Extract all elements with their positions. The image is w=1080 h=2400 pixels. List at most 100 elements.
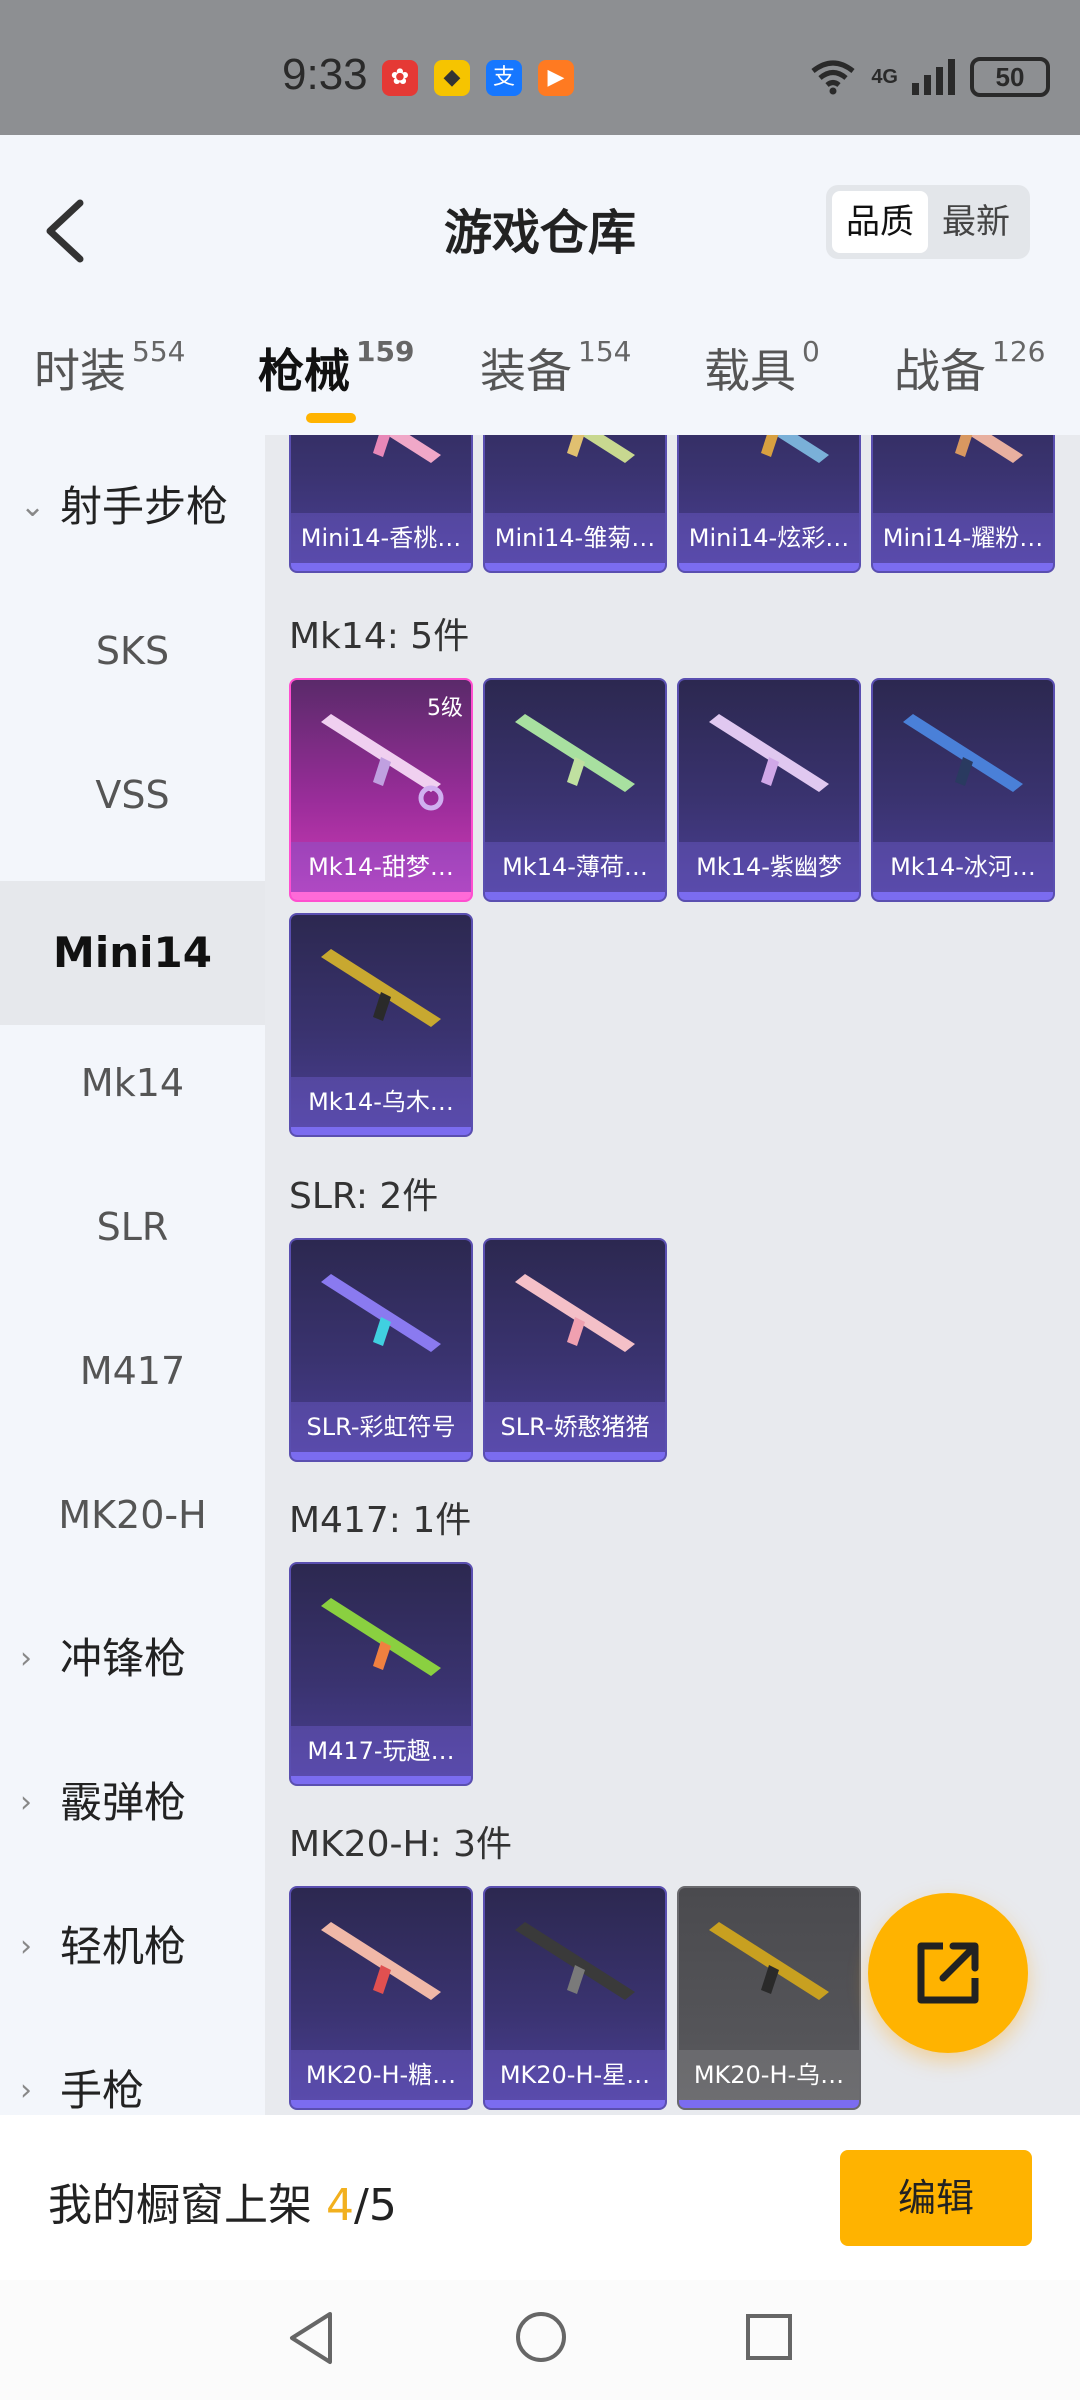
sort-toggle: 品质 最新 — [826, 185, 1030, 259]
rifle-icon — [709, 714, 829, 792]
item-name: Mini14-雏菊… — [485, 513, 665, 563]
tab-outfits[interactable]: 时装 554 — [34, 335, 185, 401]
item-card[interactable]: MK20-H-乌… — [677, 1886, 861, 2110]
rifle-icon — [321, 714, 444, 811]
nav-back-icon[interactable] — [286, 2310, 336, 2366]
rifle-icon — [321, 1598, 441, 1676]
item-card[interactable]: Mini14-雏菊… — [483, 435, 667, 573]
sidebar-item-sks[interactable]: SKS — [0, 579, 265, 723]
rifle-icon — [321, 949, 441, 1027]
tab-vehicles[interactable]: 载具 0 — [704, 335, 820, 401]
tab-equipment[interactable]: 装备 154 — [480, 335, 631, 401]
active-tab-indicator — [306, 413, 356, 423]
item-name: Mk14-紫幽梦 — [679, 842, 859, 892]
sidebar-item-mk14[interactable]: Mk14 — [0, 1011, 265, 1155]
rifle-icon — [761, 435, 829, 463]
chevron-right-icon: › — [20, 1929, 32, 1964]
sidebar-group-label: 冲锋枪 — [60, 1634, 187, 1683]
item-card[interactable]: MK20-H-星… — [483, 1886, 667, 2110]
sidebar-group-pistol[interactable]: › 手枪 — [0, 2019, 265, 2115]
tab-label: 装备 — [480, 344, 572, 398]
section-title-mk20h: MK20-H: 3件 — [289, 1824, 513, 1865]
tab-count: 154 — [578, 335, 632, 368]
sidebar-item-mk20h[interactable]: MK20-H — [0, 1443, 265, 1587]
sort-quality-button[interactable]: 品质 — [832, 191, 928, 253]
showcase-label: 我的橱窗上架 — [48, 2180, 312, 2231]
rarity-strip — [485, 1452, 665, 1460]
sidebar-group-label: 霰弹枪 — [60, 1778, 187, 1827]
sidebar-group-marksman-rifle[interactable]: ⌄ 射手步枪 — [0, 435, 265, 579]
tab-count: 159 — [356, 335, 415, 368]
rarity-strip — [291, 1776, 471, 1784]
rifle-icon — [567, 435, 635, 463]
item-name: Mk14-冰河… — [873, 842, 1053, 892]
nav-recents-icon[interactable] — [744, 2310, 794, 2364]
showcase-bar: 我的橱窗上架 4/5 编辑 — [0, 2115, 1080, 2280]
video-app-icon: ▶ — [538, 60, 574, 96]
item-card[interactable]: Mini14-耀粉… — [871, 435, 1055, 573]
tab-guns[interactable]: 枪械 159 — [258, 335, 414, 401]
sidebar-item-mini14[interactable]: Mini14 — [0, 881, 265, 1025]
sidebar-group-label: 轻机枪 — [60, 1922, 187, 1971]
rifle-icon — [515, 1274, 635, 1352]
item-card[interactable]: Mini14-炫彩… — [677, 435, 861, 573]
item-card[interactable]: SLR-娇憨猪猪 — [483, 1238, 667, 1462]
item-card[interactable]: Mk14-紫幽梦 — [677, 678, 861, 902]
showcase-status: 我的橱窗上架 4/5 — [48, 2169, 397, 2233]
item-card[interactable]: Mk14-乌木… — [289, 913, 473, 1137]
sidebar: ⌄ 射手步枪 SKS VSS Mini14 Mk14 SLR M417 MK20-… — [0, 435, 265, 2115]
showcase-total: /5 — [354, 2180, 397, 2231]
item-name: MK20-H-星… — [485, 2050, 665, 2100]
edit-button[interactable]: 编辑 — [840, 2150, 1032, 2246]
rifle-icon — [955, 435, 1023, 463]
item-card[interactable]: MK20-H-糖… — [289, 1886, 473, 2110]
rifle-icon — [373, 435, 441, 463]
item-card[interactable]: M417-玩趣… — [289, 1562, 473, 1786]
chevron-right-icon: › — [20, 1785, 32, 1820]
rifle-icon — [515, 1922, 635, 2000]
rifle-icon — [515, 714, 635, 792]
rifle-icon — [321, 1274, 441, 1352]
item-card[interactable]: Mini14-香桃… — [289, 435, 473, 573]
sidebar-group-label: 手枪 — [60, 2066, 145, 2115]
item-card[interactable]: SLR-彩虹符号 — [289, 1238, 473, 1462]
sidebar-item-slr[interactable]: SLR — [0, 1155, 265, 1299]
section-title-m417: M417: 1件 — [289, 1500, 472, 1541]
tab-count: 126 — [992, 335, 1046, 368]
item-card[interactable]: Mk14-薄荷… — [483, 678, 667, 902]
rifle-icon — [321, 1922, 441, 2000]
chevron-right-icon: › — [20, 1641, 32, 1676]
item-grid: Mini14-香桃… Mini14-雏菊… Mini14-炫彩… Mini14-… — [265, 435, 1080, 2115]
sort-newest-button[interactable]: 最新 — [928, 191, 1024, 253]
tab-supplies[interactable]: 战备 126 — [894, 335, 1045, 401]
tab-count: 0 — [802, 335, 820, 368]
item-card[interactable]: 5级 Mk14-甜梦… — [289, 678, 473, 902]
battery-icon: 50 — [970, 57, 1050, 97]
rarity-strip — [291, 1127, 471, 1135]
tab-label: 战备 — [894, 344, 986, 398]
nav-home-icon[interactable] — [514, 2310, 568, 2364]
sidebar-item-vss[interactable]: VSS — [0, 723, 265, 867]
chevron-right-icon: › — [20, 2073, 32, 2108]
rifle-icon — [709, 1922, 829, 2000]
rarity-strip — [291, 1452, 471, 1460]
item-name: SLR-娇憨猪猪 — [485, 1402, 665, 1452]
item-card[interactable]: Mk14-冰河… — [871, 678, 1055, 902]
huawei-app-icon: ✿ — [382, 60, 418, 96]
rarity-strip — [485, 563, 665, 571]
sidebar-group-smg[interactable]: › 冲锋枪 — [0, 1587, 265, 1731]
tab-label: 枪械 — [258, 344, 350, 398]
game-app-icon: ◆ — [434, 60, 470, 96]
share-icon — [917, 1942, 979, 2004]
sidebar-item-m417[interactable]: M417 — [0, 1299, 265, 1443]
tab-label: 时装 — [34, 344, 126, 398]
rarity-strip — [679, 892, 859, 900]
alipay-icon: 支 — [486, 60, 522, 96]
sidebar-group-lmg[interactable]: › 轻机枪 — [0, 1875, 265, 2019]
rarity-strip — [291, 892, 471, 900]
share-fab-button[interactable] — [868, 1893, 1028, 2053]
network-type: 4G — [871, 65, 898, 88]
sidebar-group-shotgun[interactable]: › 霰弹枪 — [0, 1731, 265, 1875]
section-title-mk14: Mk14: 5件 — [289, 616, 470, 657]
item-name: Mk14-甜梦… — [291, 842, 471, 892]
